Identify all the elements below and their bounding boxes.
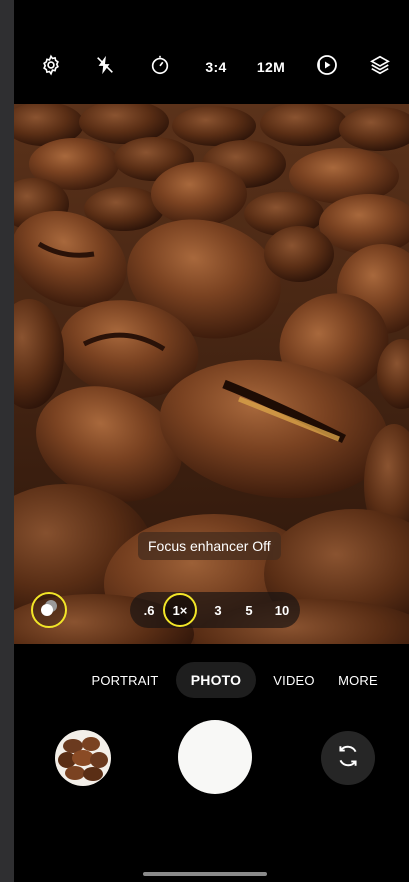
mode-label: VIDEO <box>273 672 315 688</box>
flash-button[interactable] <box>90 52 120 82</box>
focus-enhancer-icon <box>39 598 59 623</box>
camera-viewfinder[interactable] <box>14 104 409 644</box>
zoom-label: 10 <box>274 602 290 618</box>
focus-enhancer-toggle[interactable] <box>31 592 67 628</box>
zoom-label: 3 <box>214 602 222 618</box>
zoom-option-10[interactable]: 10 <box>268 592 296 628</box>
flash-off-icon <box>94 54 116 81</box>
mode-label: MORE <box>338 672 378 688</box>
resolution-button[interactable]: 12M <box>254 52 288 82</box>
zoom-label: 5 <box>245 602 253 618</box>
mode-more[interactable]: MORE <box>334 662 382 698</box>
mode-label: PORTRAIT <box>91 672 159 688</box>
settings-button[interactable] <box>36 52 66 82</box>
resolution-label: 12M <box>256 59 286 75</box>
switch-camera-icon <box>335 743 361 774</box>
mode-video[interactable]: VIDEO <box>272 662 316 698</box>
gallery-thumbnail-image <box>55 730 111 786</box>
gallery-thumbnail-button[interactable] <box>55 730 111 786</box>
motion-photo-button[interactable] <box>312 52 342 82</box>
filters-icon <box>369 54 391 81</box>
device-bezel <box>0 0 14 882</box>
mode-portrait[interactable]: PORTRAIT <box>90 662 160 698</box>
mode-label: PHOTO <box>190 672 242 688</box>
zoom-option-1x-selected[interactable]: 1× <box>163 593 197 627</box>
aspect-ratio-label: 3:4 <box>205 59 227 75</box>
zoom-label: .6 <box>143 602 155 618</box>
motion-photo-icon <box>315 53 339 82</box>
zoom-selector: .6 3 5 10 <box>130 592 300 628</box>
aspect-ratio-button[interactable]: 3:4 <box>199 52 233 82</box>
toast-text: Focus enhancer Off <box>148 538 271 554</box>
shutter-button[interactable] <box>178 720 252 794</box>
timer-button[interactable] <box>145 52 175 82</box>
zoom-option-3[interactable]: 3 <box>206 592 230 628</box>
camera-top-toolbar: 3:4 12M <box>14 0 409 104</box>
camera-app: 3:4 12M Focus enhancer Off .6 3 5 10 1× … <box>0 0 409 882</box>
filters-button[interactable] <box>365 52 395 82</box>
mode-photo[interactable]: PHOTO <box>176 662 256 698</box>
settings-icon <box>40 54 62 81</box>
switch-camera-button[interactable] <box>321 731 375 785</box>
timer-icon <box>149 54 171 81</box>
zoom-option-5[interactable]: 5 <box>237 592 261 628</box>
camera-mode-selector: PORTRAIT PHOTO VIDEO MORE <box>14 662 409 698</box>
zoom-label: 1× <box>172 602 188 618</box>
focus-enhancer-toast: Focus enhancer Off <box>138 532 281 560</box>
coffee-beans-preview <box>14 104 409 644</box>
home-indicator[interactable] <box>143 872 267 876</box>
zoom-option-0-6[interactable]: .6 <box>134 592 164 628</box>
